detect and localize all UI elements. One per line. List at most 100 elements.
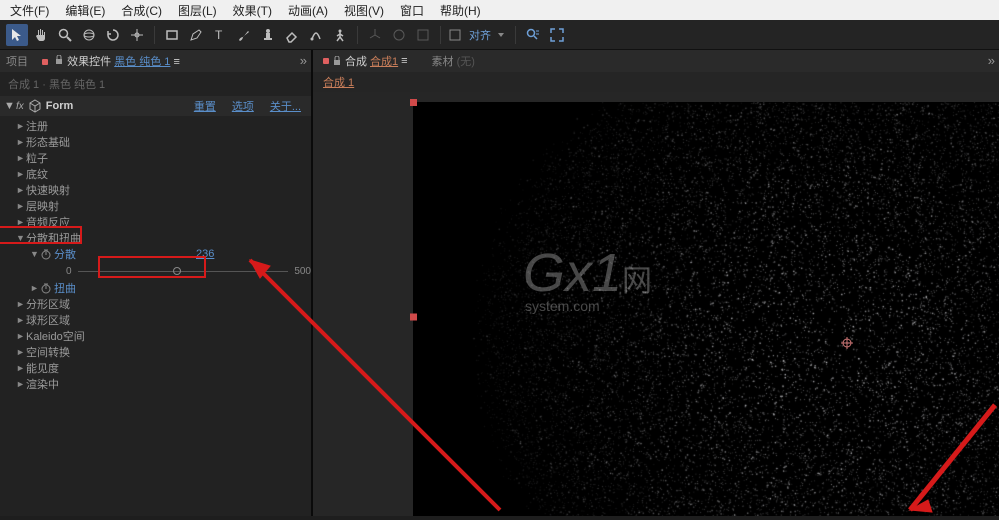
expand-icon[interactable]: ▼	[16, 233, 26, 243]
expand-icon[interactable]: ►	[16, 299, 26, 309]
stamp-tool[interactable]	[257, 24, 279, 46]
menu-effect[interactable]: 效果(T)	[227, 0, 278, 21]
sub-tabs: 合成 1	[313, 72, 999, 92]
menu-comp[interactable]: 合成(C)	[115, 0, 168, 21]
expand-icon[interactable]: ►	[16, 217, 26, 227]
expand-icon[interactable]: ►	[16, 201, 26, 211]
menu-file[interactable]: 文件(F)	[4, 0, 55, 21]
rotate-tool[interactable]	[102, 24, 124, 46]
puppet-tool[interactable]	[329, 24, 351, 46]
tree-particle[interactable]: ►粒子	[16, 150, 311, 166]
expand-icon[interactable]: ►	[16, 137, 26, 147]
expand-icon[interactable]: ►	[16, 363, 26, 373]
tab-effect-controls[interactable]: 效果控件 黑色 纯色 1 ≡	[40, 53, 182, 69]
slider-max: 500	[294, 266, 311, 277]
link-about[interactable]: 关于...	[270, 98, 301, 114]
menu-help[interactable]: 帮助(H)	[434, 0, 487, 21]
tree-label: 形态基础	[26, 134, 70, 150]
expand-icon[interactable]: ►	[16, 347, 26, 357]
menu-layer[interactable]: 图层(L)	[172, 0, 223, 21]
slider-handle[interactable]	[173, 267, 181, 275]
tree-label: 粒子	[26, 150, 48, 166]
tab-footage[interactable]: 素材 (无)	[432, 53, 475, 69]
rect-tool[interactable]	[161, 24, 183, 46]
tab-project[interactable]: 项目	[4, 53, 30, 69]
right-panel-tabs: 合成 合成1 ≡ 素材 (无) »	[313, 50, 999, 72]
world-axis-icon[interactable]	[388, 24, 410, 46]
tree-register[interactable]: ►注册	[16, 118, 311, 134]
stopwatch-icon[interactable]	[40, 282, 52, 294]
expand-icon[interactable]: ►	[16, 169, 26, 179]
brush-tool[interactable]	[233, 24, 255, 46]
disperse-value[interactable]: 236	[196, 248, 214, 260]
snap-label[interactable]: 对齐	[469, 27, 491, 43]
link-options[interactable]: 选项	[232, 98, 254, 114]
tree-shading[interactable]: ►底纹	[16, 166, 311, 182]
snap-checkbox[interactable]	[447, 28, 463, 42]
expand-icon[interactable]: ►	[16, 185, 26, 195]
menubar: 文件(F) 编辑(E) 合成(C) 图层(L) 效果(T) 动画(A) 视图(V…	[0, 0, 999, 20]
tree-layer-maps[interactable]: ►层映射	[16, 198, 311, 214]
expand-icon[interactable]: ▼	[30, 249, 40, 259]
roto-tool[interactable]	[305, 24, 327, 46]
tree-rendering[interactable]: ►渲染中	[16, 376, 311, 392]
disperse-slider-row: 0 500	[16, 262, 311, 280]
menu-view[interactable]: 视图(V)	[338, 0, 390, 21]
tab-composition[interactable]: 合成 合成1 ≡	[317, 53, 414, 69]
tree-kaleido[interactable]: ►Kaleido空间	[16, 328, 311, 344]
selection-tool[interactable]	[6, 24, 28, 46]
menu-anim[interactable]: 动画(A)	[282, 0, 334, 21]
comp-handle[interactable]	[410, 314, 417, 321]
disperse-slider[interactable]	[78, 265, 289, 277]
tree-disperse[interactable]: ▼ 分散 236	[16, 246, 311, 262]
view-axis-icon[interactable]	[412, 24, 434, 46]
composition-canvas[interactable]: Gx1网 system.com	[413, 102, 999, 516]
expand-icon[interactable]: ►	[16, 121, 26, 131]
zoom-tool[interactable]	[54, 24, 76, 46]
tree-visibility[interactable]: ►能见度	[16, 360, 311, 376]
expand-icon[interactable]: ►	[16, 379, 26, 389]
menu-edit[interactable]: 编辑(E)	[59, 0, 111, 21]
anchor-tool[interactable]	[126, 24, 148, 46]
panel-overflow-icon[interactable]: »	[988, 53, 995, 68]
tree-base-form[interactable]: ►形态基础	[16, 134, 311, 150]
tree-label: 扭曲	[54, 280, 76, 296]
tree-audio-react[interactable]: ►音频反应	[16, 214, 311, 230]
tree-disperse-twist[interactable]: ▼分散和扭曲	[16, 230, 311, 246]
menu-window[interactable]: 窗口	[394, 0, 430, 21]
panel-overflow-icon[interactable]: »	[300, 53, 307, 68]
pen-tool[interactable]	[185, 24, 207, 46]
search-icon[interactable]	[522, 24, 544, 46]
tree-label: 能见度	[26, 360, 59, 376]
effect-name[interactable]: Form	[46, 100, 184, 112]
comp-handle[interactable]	[410, 99, 417, 106]
expand-icon[interactable]: ►	[16, 153, 26, 163]
expand-icon[interactable]: ►	[30, 283, 40, 293]
tree-fractal-field[interactable]: ►分形区域	[16, 296, 311, 312]
eraser-tool[interactable]	[281, 24, 303, 46]
lock-icon	[54, 55, 64, 65]
hand-tool[interactable]	[30, 24, 52, 46]
tree-world-transform[interactable]: ►空间转换	[16, 344, 311, 360]
orbit-tool[interactable]	[78, 24, 100, 46]
snap-expand-icon[interactable]	[493, 28, 509, 42]
left-panel: 项目 效果控件 黑色 纯色 1 ≡ » 合成 1 · 黑色 纯色 1 ▼ fx …	[0, 50, 313, 516]
cube-icon	[28, 99, 42, 113]
main: 项目 效果控件 黑色 纯色 1 ≡ » 合成 1 · 黑色 纯色 1 ▼ fx …	[0, 50, 999, 516]
effect-expand-icon[interactable]: ▼	[4, 100, 12, 112]
subtab-comp1[interactable]: 合成 1	[323, 74, 354, 90]
local-axis-icon[interactable]	[364, 24, 386, 46]
stopwatch-icon[interactable]	[40, 248, 52, 260]
expand-icon[interactable]: ►	[16, 331, 26, 341]
tree-twist[interactable]: ► 扭曲	[16, 280, 311, 296]
tree-spherical-field[interactable]: ►球形区域	[16, 312, 311, 328]
left-panel-tabs: 项目 效果控件 黑色 纯色 1 ≡ »	[0, 50, 311, 72]
tree-label: 底纹	[26, 166, 48, 182]
tree-quick-maps[interactable]: ►快速映射	[16, 182, 311, 198]
composition-viewer[interactable]: Gx1网 system.com	[313, 92, 999, 516]
particles-render	[413, 102, 999, 516]
link-reset[interactable]: 重置	[194, 98, 216, 114]
fit-icon[interactable]	[546, 24, 568, 46]
text-tool[interactable]: T	[209, 24, 231, 46]
expand-icon[interactable]: ►	[16, 315, 26, 325]
